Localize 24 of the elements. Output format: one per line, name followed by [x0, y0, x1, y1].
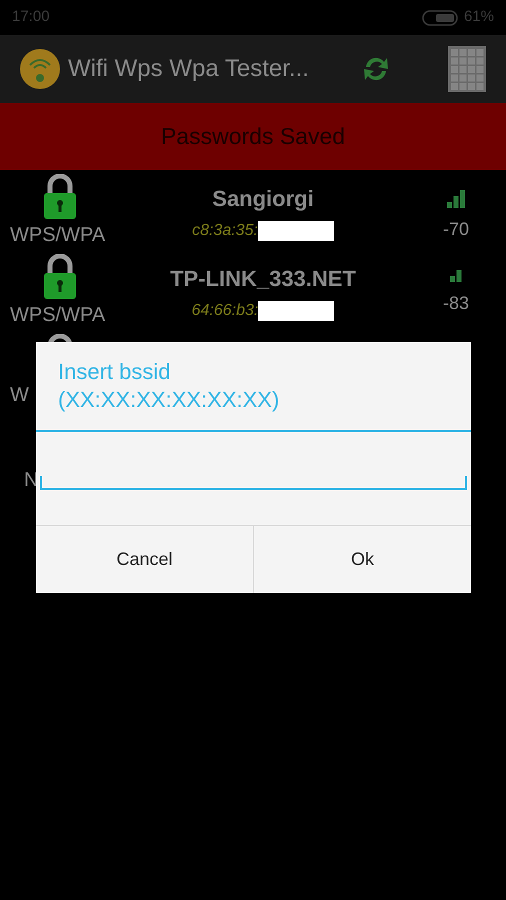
security-label: WPS/WPA: [9, 223, 106, 248]
network-name: TP-LINK_333.NET: [170, 265, 356, 293]
bssid: 64:66:b3:: [192, 301, 258, 321]
padlock-icon: [43, 174, 77, 220]
app-title: Wifi Wps Wpa Tester...: [68, 54, 310, 84]
signal-strength-icon: [447, 190, 465, 208]
app-logo-icon: [20, 49, 60, 89]
cancel-button[interactable]: Cancel: [36, 526, 253, 593]
clock: 17:00: [12, 7, 50, 28]
bssid-input-field[interactable]: [40, 476, 467, 490]
bssid: c8:3a:35:: [192, 221, 258, 241]
battery-icon: [422, 10, 460, 26]
signal-value: -83: [442, 292, 469, 315]
security-label: WPS/WPA: [9, 303, 106, 328]
signal-value: -70: [442, 218, 469, 241]
keypad-icon[interactable]: [448, 46, 486, 92]
ok-button[interactable]: Ok: [253, 526, 471, 593]
security-label: W: [9, 383, 29, 408]
dialog-title: Insert bssid (XX:XX:XX:XX:XX:XX): [58, 358, 280, 414]
network-name: Sangiorgi: [212, 185, 314, 213]
battery-level: 61%: [464, 7, 494, 28]
signal-strength-icon: [450, 270, 462, 282]
banner-text: Passwords Saved: [160, 122, 346, 152]
padlock-icon: [43, 254, 77, 300]
